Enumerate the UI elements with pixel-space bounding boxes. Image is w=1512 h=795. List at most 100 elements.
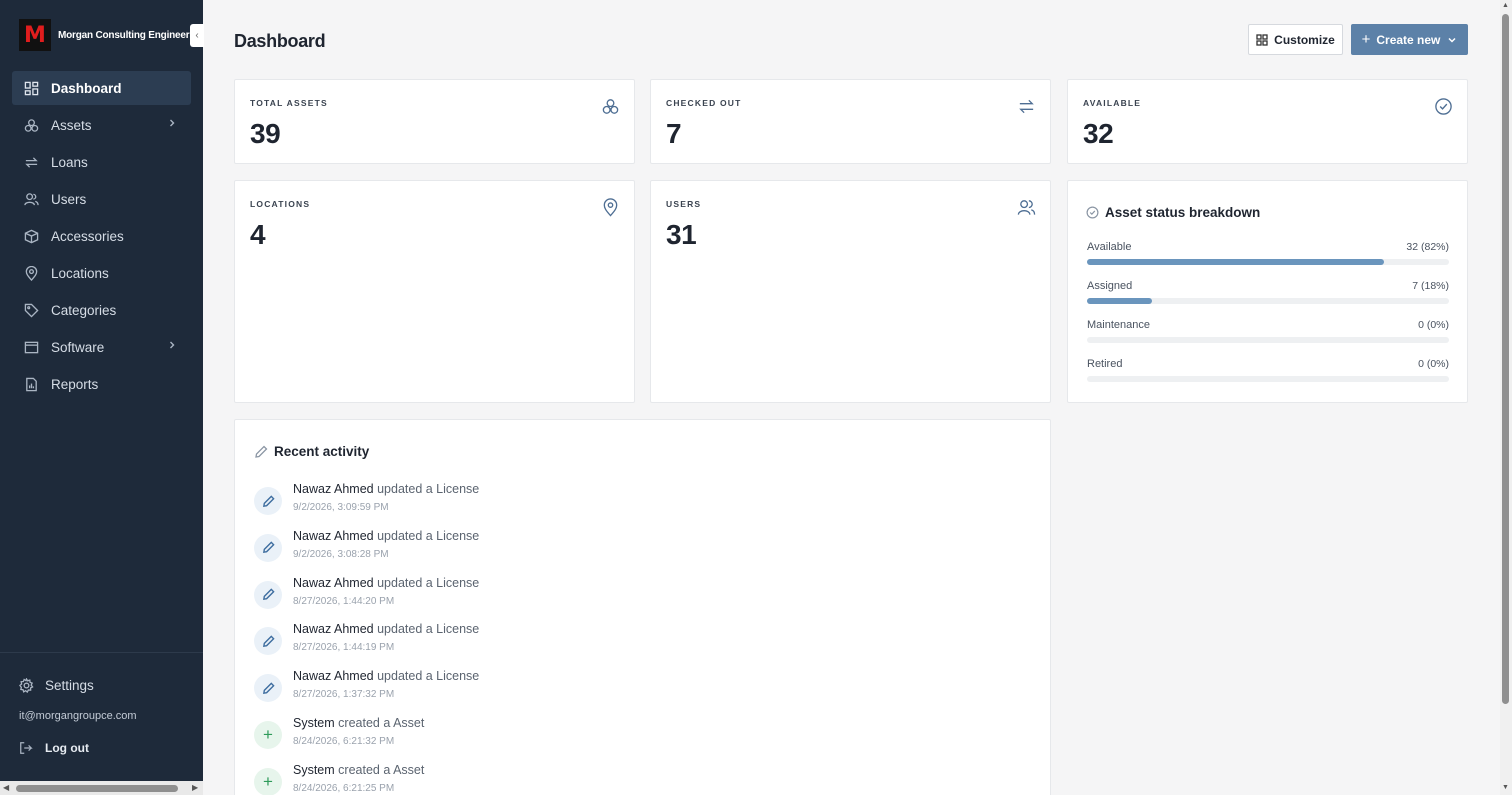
status-label: Retired — [1087, 358, 1123, 370]
stat-label: USERS — [666, 199, 702, 209]
create-new-button[interactable]: + Create new — [1351, 24, 1468, 55]
edit-badge — [254, 674, 282, 703]
activity-item[interactable]: Nawaz Ahmed updated a License 8/27/2026, … — [254, 669, 954, 709]
activity-item[interactable]: Nawaz Ahmed updated a License 9/2/2026, 3… — [254, 482, 954, 522]
sidebar-item-dashboard[interactable]: Dashboard — [12, 71, 191, 105]
activity-action: updated a License — [377, 575, 480, 590]
sidebar-item-label: Locations — [51, 265, 109, 281]
settings-label: Settings — [45, 678, 94, 693]
activity-action: created a Asset — [338, 762, 425, 777]
status-bar-fill — [1087, 259, 1384, 265]
sidebar-nav: Dashboard Assets Loans Users Accessories… — [12, 71, 191, 404]
activity-item[interactable]: + System created a Asset 8/24/2026, 6:21:3… — [254, 716, 954, 756]
sidebar-item-categories[interactable]: Categories — [12, 293, 191, 327]
status-value: 0 (0%) — [1418, 358, 1449, 370]
dashboard-icon — [24, 81, 39, 95]
activity-timestamp: 8/24/2026, 6:21:25 PM — [293, 782, 395, 794]
reports-icon — [26, 377, 37, 391]
activity-item[interactable]: Nawaz Ahmed updated a License 8/27/2026, … — [254, 622, 954, 662]
pencil-icon — [262, 494, 275, 507]
activity-action: updated a License — [377, 528, 480, 543]
sidebar-item-software[interactable]: Software — [12, 330, 191, 364]
customize-button[interactable]: Customize — [1248, 24, 1343, 55]
sidebar-item-label: Assets — [51, 117, 92, 133]
activity-timestamp: 8/27/2026, 1:44:20 PM — [293, 595, 395, 607]
activity-text: System created a Asset — [293, 763, 424, 777]
status-value: 0 (0%) — [1418, 319, 1449, 331]
sidebar-item-label: Loans — [51, 154, 88, 170]
sidebar: M Morgan Consulting Engineers ‹ Dashboar… — [0, 0, 204, 795]
software-window-icon — [24, 341, 39, 353]
activity-actor: Nawaz Ahmed — [293, 669, 374, 684]
status-bar-fill — [1087, 298, 1153, 304]
activity-text: System created a Asset — [293, 716, 424, 730]
stat-card-users[interactable]: USERS 31 — [650, 180, 1051, 403]
sidebar-item-accessories[interactable]: Accessories — [12, 219, 191, 253]
activity-action: updated a License — [377, 482, 480, 496]
status-bar-track — [1087, 376, 1449, 382]
stat-label: CHECKED OUT — [666, 98, 742, 108]
activity-item[interactable]: Nawaz Ahmed updated a License 8/27/2026, … — [254, 576, 954, 616]
check-circle-icon — [1086, 206, 1099, 219]
pencil-icon — [255, 445, 268, 458]
activity-text: Nawaz Ahmed updated a License — [293, 669, 479, 683]
activity-actor: Nawaz Ahmed — [293, 528, 374, 543]
activity-timestamp: 9/2/2026, 3:09:59 PM — [293, 502, 389, 513]
sidebar-item-loans[interactable]: Loans — [12, 145, 191, 179]
assets-icon — [602, 99, 619, 114]
stat-label: AVAILABLE — [1083, 98, 1142, 108]
loans-icon — [25, 156, 38, 168]
status-bar-track — [1087, 337, 1449, 343]
activity-text: Nawaz Ahmed updated a License — [293, 482, 479, 496]
assets-icon — [24, 118, 39, 132]
activity-item[interactable]: + System created a Asset 8/24/2026, 6:21:2… — [254, 763, 954, 795]
activity-item[interactable]: Nawaz Ahmed updated a License 9/2/2026, 3… — [254, 529, 954, 569]
activity-text: Nawaz Ahmed updated a License — [293, 576, 479, 590]
edit-badge — [254, 580, 282, 609]
vertical-scrollbar[interactable]: ▲ ▼ — [1500, 0, 1512, 795]
sidebar-collapse-button[interactable]: ‹ — [190, 24, 204, 47]
company-name: Morgan Consulting Engineers — [58, 29, 195, 41]
sidebar-item-reports[interactable]: Reports — [12, 367, 191, 401]
status-value: 7 (18%) — [1412, 280, 1449, 292]
scroll-down-arrow[interactable]: ▼ — [1502, 784, 1509, 791]
horizontal-scroll-thumb[interactable] — [16, 785, 178, 792]
settings-link[interactable]: Settings — [19, 678, 94, 693]
scroll-up-arrow[interactable]: ▲ — [1502, 2, 1509, 9]
breakdown-title-text: Asset status breakdown — [1105, 205, 1261, 220]
gear-icon — [19, 678, 34, 693]
activity-action: updated a License — [377, 622, 480, 637]
sidebar-item-label: Reports — [51, 376, 99, 392]
sidebar-item-label: Accessories — [51, 228, 124, 244]
horizontal-scrollbar[interactable]: ◀ ▶ — [0, 781, 203, 795]
sidebar-item-users[interactable]: Users — [12, 182, 191, 216]
scroll-right-arrow[interactable]: ▶ — [192, 783, 198, 792]
add-badge: + — [254, 721, 282, 749]
chevron-right-icon — [170, 341, 175, 349]
stat-card-total-assets[interactable]: TOTAL ASSETS 39 — [234, 79, 635, 164]
stat-value: 7 — [666, 118, 682, 149]
stat-card-locations[interactable]: LOCATIONS 4 — [234, 180, 635, 403]
sidebar-item-assets[interactable]: Assets — [12, 108, 191, 142]
stat-card-available[interactable]: AVAILABLE 32 — [1067, 79, 1468, 164]
activity-timestamp: 8/27/2026, 1:37:32 PM — [293, 689, 395, 701]
status-value: 32 (82%) — [1406, 241, 1449, 253]
brand[interactable]: M Morgan Consulting Engineers — [19, 19, 195, 51]
sidebar-item-label: Dashboard — [51, 80, 122, 96]
page-title: Dashboard — [234, 31, 326, 51]
logout-button[interactable]: Log out — [19, 741, 89, 755]
status-label: Assigned — [1087, 280, 1133, 292]
status-bar-track — [1087, 298, 1449, 304]
status-label: Maintenance — [1087, 319, 1150, 331]
activity-actor: Nawaz Ahmed — [293, 622, 374, 637]
user-email: it@morgangroupce.com — [19, 710, 137, 722]
activity-text: Nawaz Ahmed updated a License — [293, 622, 479, 636]
chevron-down-icon — [1448, 37, 1456, 43]
users-icon — [24, 192, 39, 205]
stat-card-checked-out[interactable]: CHECKED OUT 7 — [650, 79, 1051, 164]
scroll-left-arrow[interactable]: ◀ — [3, 783, 9, 792]
sidebar-item-locations[interactable]: Locations — [12, 256, 191, 290]
activity-action: updated a License — [377, 669, 480, 684]
vertical-scroll-thumb[interactable] — [1502, 14, 1509, 704]
plus-icon: + — [263, 771, 273, 791]
